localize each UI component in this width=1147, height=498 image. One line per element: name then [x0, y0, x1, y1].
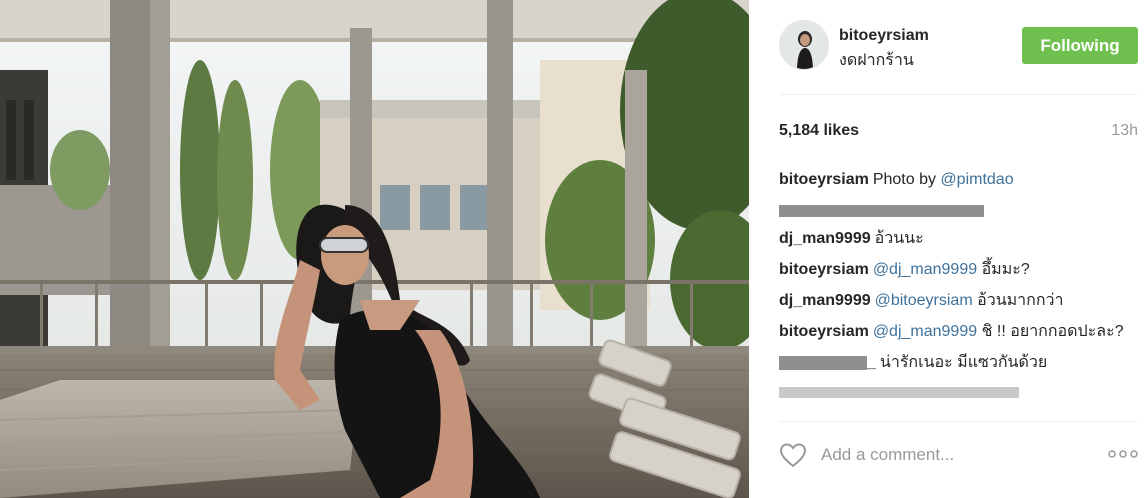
- comment-mention[interactable]: @pimtdao: [940, 171, 1013, 188]
- location-link[interactable]: งดฝากร้าน: [839, 48, 914, 73]
- comment-text: น่ารักเนอะ มีแซวกันด้วย: [879, 354, 1048, 371]
- comment-username[interactable]: dj_man9999: [779, 230, 871, 247]
- comment-mention[interactable]: @dj_man9999: [873, 261, 977, 278]
- comment: bitoeyrsiam @dj_man9999 ชิ !! อยากกอดปะละ…: [779, 320, 1138, 343]
- comment-text: อ้วนนะ: [874, 230, 924, 247]
- comment-redacted-user: _ น่ารักเนอะ มีแซวกันด้วย: [779, 351, 1138, 374]
- comment-username[interactable]: dj_man9999: [779, 292, 871, 309]
- divider: [779, 421, 1138, 422]
- avatar-image: [780, 21, 828, 69]
- comment-text: ชิ !! อยากกอดปะละ?: [977, 323, 1124, 340]
- ellipsis-icon[interactable]: [1108, 446, 1138, 462]
- comment-username[interactable]: bitoeyrsiam: [779, 323, 869, 340]
- post-side-panel: bitoeyrsiam งดฝากร้าน Following 5,184 li…: [749, 0, 1147, 498]
- comment-text: อึ้มมะ?: [977, 261, 1030, 278]
- post-header: bitoeyrsiam งดฝากร้าน Following: [779, 20, 1138, 76]
- comment-caption: bitoeyrsiam Photo by @pimtdao: [779, 168, 1138, 191]
- comment-mention[interactable]: @bitoeyrsiam: [875, 292, 973, 309]
- comment-username[interactable]: bitoeyrsiam: [779, 171, 869, 188]
- username-link[interactable]: bitoeyrsiam: [839, 27, 929, 45]
- following-button[interactable]: Following: [1022, 27, 1138, 64]
- avatar[interactable]: [779, 20, 829, 70]
- post-photo[interactable]: [0, 0, 749, 498]
- comment-partial: [779, 382, 1138, 398]
- redacted-block: [779, 204, 984, 217]
- comment: bitoeyrsiam @dj_man9999 อึ้มมะ?: [779, 258, 1138, 281]
- comment: dj_man9999 อ้วนนะ: [779, 227, 1138, 250]
- comment-footer: [779, 440, 1138, 472]
- comment-text: อ้วนมากกว่า: [972, 292, 1064, 309]
- photo-illustration: [0, 0, 749, 498]
- heart-outline-icon[interactable]: [779, 442, 807, 468]
- comment-mention[interactable]: @dj_man9999: [873, 323, 977, 340]
- post-time: 13h: [1111, 122, 1138, 139]
- comments-list: bitoeyrsiam Photo by @pimtdao dj_man9999 อ…: [779, 168, 1138, 414]
- redacted-username: [779, 355, 867, 370]
- likes-count[interactable]: 5,184 likes: [779, 122, 859, 140]
- comment-text: Photo by: [872, 171, 941, 188]
- comment-redacted: [779, 199, 1138, 217]
- add-comment-input[interactable]: [821, 442, 1091, 468]
- comment-username-suffix: _: [867, 354, 876, 371]
- comment: dj_man9999 @bitoeyrsiam อ้วนมากกว่า: [779, 289, 1138, 312]
- divider: [779, 94, 1138, 95]
- comment-username[interactable]: bitoeyrsiam: [779, 261, 869, 278]
- likes-row: 5,184 likes 13h: [779, 122, 1138, 142]
- redacted-partial: [779, 386, 1019, 398]
